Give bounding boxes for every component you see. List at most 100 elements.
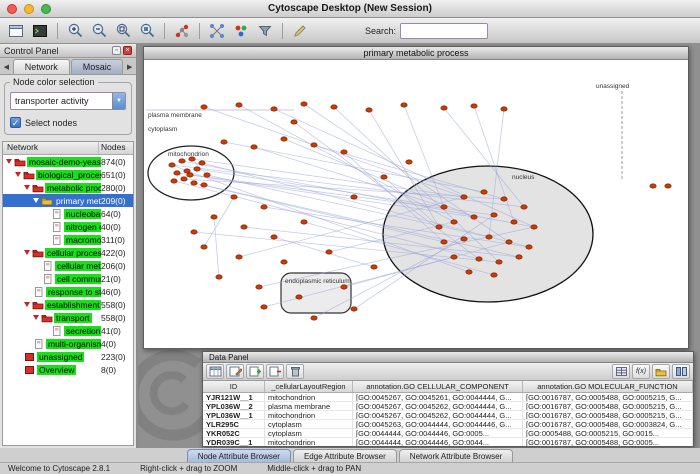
table-cell[interactable]: mitochondrion	[265, 438, 353, 446]
table-cell[interactable]: [GO:0044444, GO:0044446, GO:0044...	[353, 438, 523, 446]
graph-node[interactable]	[441, 205, 447, 209]
tree-row[interactable]: establishment of lo558(0)	[3, 298, 133, 311]
edit-columns-icon[interactable]	[226, 364, 244, 379]
tree-row[interactable]: macromolecule311(0)	[3, 233, 133, 246]
graph-node[interactable]	[311, 143, 317, 147]
tab-edge-attribute-browser[interactable]: Edge Attribute Browser	[293, 449, 397, 462]
graph-node[interactable]	[204, 173, 210, 177]
table-row[interactable]: YJR121W__1mitochondrion[GO:0045267, GO:0…	[203, 393, 693, 402]
table-cell[interactable]: mitochondrion	[265, 411, 353, 419]
graph-node[interactable]	[326, 250, 332, 254]
table-cell[interactable]: [GO:0044444, GO:0044446, GO:0005...	[353, 429, 523, 437]
table-cell[interactable]: cytoplasm	[265, 429, 353, 437]
graph-node[interactable]	[181, 177, 187, 181]
search-input[interactable]	[401, 24, 488, 38]
console-icon[interactable]	[29, 21, 51, 41]
scroll-tabs-right-icon[interactable]: ▶	[124, 60, 135, 74]
tab-network-attribute-browser[interactable]: Network Attribute Browser	[399, 449, 513, 462]
expand-arrow-icon[interactable]	[24, 185, 30, 190]
graph-node[interactable]	[191, 181, 197, 185]
graph-node[interactable]	[496, 260, 502, 264]
table-cell[interactable]: [GO:0045263, GO:0044444, GO:0044446, G..…	[353, 420, 523, 428]
network-view-canvas[interactable]: plasma membranecytoplasmmitochondrionnuc…	[144, 60, 688, 348]
tree-row[interactable]: response to stimu46(0)	[3, 285, 133, 298]
graph-node[interactable]	[311, 316, 317, 320]
delete-column-icon[interactable]	[266, 364, 284, 379]
tree-row[interactable]: metabolic process280(0)	[3, 181, 133, 194]
expand-arrow-icon[interactable]	[33, 315, 39, 320]
annotation-icon[interactable]	[289, 21, 311, 41]
graph-node[interactable]	[461, 195, 467, 199]
expand-arrow-icon[interactable]	[24, 250, 30, 255]
graph-node[interactable]	[461, 237, 467, 241]
zoom-fit-icon[interactable]	[136, 21, 158, 41]
tree-row[interactable]: nitrogen compo40(0)	[3, 220, 133, 233]
window-icon[interactable]	[5, 21, 27, 41]
graph-node[interactable]	[401, 103, 407, 107]
graph-node[interactable]	[179, 159, 185, 163]
node-color-dropdown[interactable]: transporter activity ▼	[10, 92, 126, 110]
graph-node[interactable]	[301, 102, 307, 106]
table-cell[interactable]: cytoplasm	[265, 420, 353, 428]
graph-node[interactable]	[221, 140, 227, 144]
graph-node[interactable]	[211, 215, 217, 219]
graph-node[interactable]	[491, 213, 497, 217]
matrix-icon[interactable]	[612, 364, 630, 379]
table-cell[interactable]: YPL036W__2	[203, 402, 265, 410]
table-row[interactable]: YKR052Ccytoplasm[GO:0044444, GO:0044446,…	[203, 429, 693, 438]
table-cell[interactable]: [GO:0016787, GO:0005488, GO:0005...	[523, 438, 693, 446]
table-cell[interactable]: YJR121W__1	[203, 393, 265, 401]
graph-node[interactable]	[665, 184, 671, 188]
tree-row[interactable]: mosaic-demo-yeast874(0)	[3, 155, 133, 168]
tree-row[interactable]: cellular process422(0)	[3, 246, 133, 259]
table-cell[interactable]: [GO:0016787, GO:0005488, GO:0005215, G..…	[523, 393, 693, 401]
table-column-header[interactable]: ID	[203, 381, 265, 392]
graph-node[interactable]	[187, 173, 193, 177]
minimize-window-icon[interactable]	[24, 4, 34, 14]
graph-node[interactable]	[201, 245, 207, 249]
graph-node[interactable]	[236, 103, 242, 107]
graph-node[interactable]	[466, 270, 472, 274]
data-panel-title[interactable]: Data Panel	[203, 352, 693, 363]
table-cell[interactable]: [GO:0005488, GO:0005215, GO:0015...	[523, 429, 693, 437]
graph-node[interactable]	[506, 240, 512, 244]
zoom-in-icon[interactable]	[64, 21, 86, 41]
map-columns-icon[interactable]	[672, 364, 690, 379]
formula-icon[interactable]: f(x)	[632, 364, 650, 379]
table-cell[interactable]: YKR052C	[203, 429, 265, 437]
graph-node[interactable]	[251, 145, 257, 149]
graph-node[interactable]	[491, 273, 497, 277]
graph-node[interactable]	[526, 245, 532, 249]
close-panel-icon[interactable]: ×	[123, 46, 132, 55]
tree-row[interactable]: multi-organism pro4(0)	[3, 337, 133, 350]
graph-node[interactable]	[171, 179, 177, 183]
graph-node[interactable]	[281, 260, 287, 264]
graph-node[interactable]	[301, 220, 307, 224]
graph-node[interactable]	[441, 240, 447, 244]
graph-node[interactable]	[296, 295, 302, 299]
graph-node[interactable]	[331, 105, 337, 109]
table-column-header[interactable]: annotation.GO MOLECULAR_FUNCTION	[523, 381, 693, 392]
tree-row[interactable]: primary metabo209(0)	[3, 194, 133, 207]
graph-node[interactable]	[216, 275, 222, 279]
select-columns-icon[interactable]	[206, 364, 224, 379]
table-column-header[interactable]: annotation.GO CELLULAR_COMPONENT	[353, 381, 523, 392]
graph-node[interactable]	[199, 161, 205, 165]
table-row[interactable]: YPL036W__1mitochondrion[GO:0045267, GO:0…	[203, 411, 693, 420]
search-combo[interactable]: ▼	[400, 23, 488, 39]
tab-node-attribute-browser[interactable]: Node Attribute Browser	[187, 449, 291, 462]
graph-node[interactable]	[516, 255, 522, 259]
graph-node[interactable]	[174, 171, 180, 175]
expand-arrow-icon[interactable]	[15, 172, 21, 177]
network-view-window[interactable]: primary metabolic process plasma membran…	[143, 46, 689, 349]
network-view-title[interactable]: primary metabolic process	[144, 47, 688, 60]
graph-node[interactable]	[371, 265, 377, 269]
graph-node[interactable]	[501, 197, 507, 201]
graph-node[interactable]	[486, 235, 492, 239]
vizmapper-icon[interactable]	[230, 21, 252, 41]
import-table-icon[interactable]	[652, 364, 670, 379]
graph-node[interactable]	[281, 137, 287, 141]
tree-column-nodes[interactable]: Nodes	[99, 142, 133, 154]
graph-node[interactable]	[201, 105, 207, 109]
graph-node[interactable]	[471, 215, 477, 219]
